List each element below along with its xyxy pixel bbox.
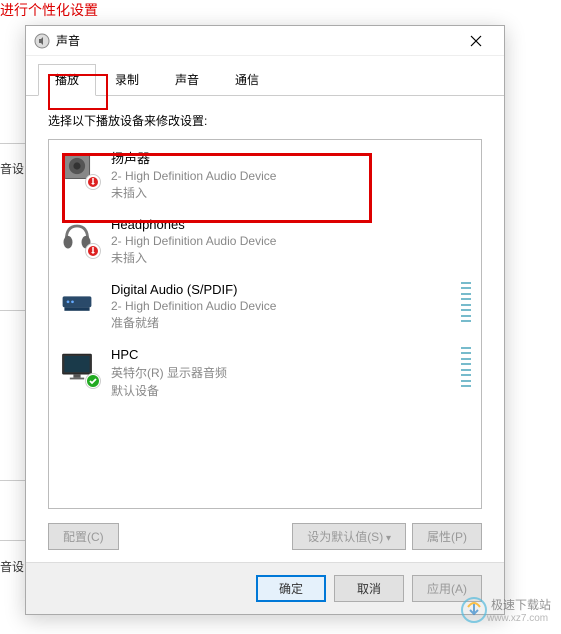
bg-label: 音设 — [0, 558, 24, 575]
device-item-speakers[interactable]: 扬声器 2- High Definition Audio Device 未插入 — [49, 140, 481, 209]
device-info: Headphones 2- High Definition Audio Devi… — [111, 217, 471, 266]
close-button[interactable] — [456, 27, 496, 55]
watermark: 极速下载站 www.xz7.com — [461, 596, 551, 624]
level-meter — [461, 282, 471, 322]
device-status: 未插入 — [111, 249, 471, 266]
device-item-headphones[interactable]: Headphones 2- High Definition Audio Devi… — [49, 209, 481, 274]
watermark-url: www.xz7.com — [487, 613, 551, 624]
device-info: HPC 英特尔(R) 显示器音频 默认设备 — [111, 347, 453, 399]
device-status: 默认设备 — [111, 382, 453, 399]
speaker-icon — [59, 148, 99, 188]
tab-recording[interactable]: 录制 — [98, 64, 156, 95]
tab-strip: 播放 录制 声音 通信 — [26, 56, 504, 96]
cancel-button[interactable]: 取消 — [334, 575, 404, 602]
device-name: 扬声器 — [111, 148, 471, 167]
tab-playback[interactable]: 播放 — [38, 64, 96, 96]
action-row: 配置(C) 设为默认值(S) 属性(P) — [48, 523, 482, 550]
device-list[interactable]: 扬声器 2- High Definition Audio Device 未插入 … — [48, 139, 482, 509]
dialog-title: 声音 — [56, 32, 456, 49]
sound-dialog: 声音 播放 录制 声音 通信 选择以下播放设备来修改设置: 扬声器 2- Hi — [25, 25, 505, 615]
bg-divider — [0, 143, 25, 144]
properties-button[interactable]: 属性(P) — [412, 523, 482, 550]
device-info: Digital Audio (S/PDIF) 2- High Definitio… — [111, 282, 453, 331]
configure-button[interactable]: 配置(C) — [48, 523, 119, 550]
set-default-button[interactable]: 设为默认值(S) — [292, 523, 406, 550]
device-name: HPC — [111, 347, 453, 362]
level-meter — [461, 347, 471, 387]
close-icon — [470, 35, 482, 47]
tab-communications[interactable]: 通信 — [218, 64, 276, 95]
digital-audio-icon — [59, 282, 99, 322]
device-name: Headphones — [111, 217, 471, 232]
device-item-digital[interactable]: Digital Audio (S/PDIF) 2- High Definitio… — [49, 274, 481, 339]
bg-divider — [0, 540, 25, 541]
device-info: 扬声器 2- High Definition Audio Device 未插入 — [111, 148, 471, 201]
device-status: 准备就绪 — [111, 314, 453, 331]
bg-divider — [0, 480, 25, 481]
background-text: 进行个性化设置 — [0, 0, 98, 20]
device-desc: 2- High Definition Audio Device — [111, 234, 471, 248]
device-item-hpc[interactable]: HPC 英特尔(R) 显示器音频 默认设备 — [49, 339, 481, 407]
device-name: Digital Audio (S/PDIF) — [111, 282, 453, 297]
device-desc: 2- High Definition Audio Device — [111, 299, 453, 313]
sound-icon — [34, 33, 50, 49]
bg-divider — [0, 310, 25, 311]
instruction-text: 选择以下播放设备来修改设置: — [48, 112, 482, 129]
device-desc: 2- High Definition Audio Device — [111, 169, 471, 183]
watermark-name: 极速下载站 — [491, 596, 551, 613]
bg-label: 音设 — [0, 160, 24, 177]
device-status: 未插入 — [111, 184, 471, 201]
tab-sounds[interactable]: 声音 — [158, 64, 216, 95]
error-badge-icon — [85, 243, 101, 259]
monitor-icon — [59, 347, 99, 387]
checkmark-badge-icon — [85, 373, 101, 389]
device-desc: 英特尔(R) 显示器音频 — [111, 364, 453, 381]
titlebar: 声音 — [26, 26, 504, 56]
ok-button[interactable]: 确定 — [256, 575, 326, 602]
headphones-icon — [59, 217, 99, 257]
tab-content: 选择以下播放设备来修改设置: 扬声器 2- High Definition Au… — [26, 96, 504, 566]
error-badge-icon — [85, 174, 101, 190]
watermark-logo-icon — [461, 597, 487, 623]
dialog-footer: 确定 取消 应用(A) — [26, 562, 504, 614]
